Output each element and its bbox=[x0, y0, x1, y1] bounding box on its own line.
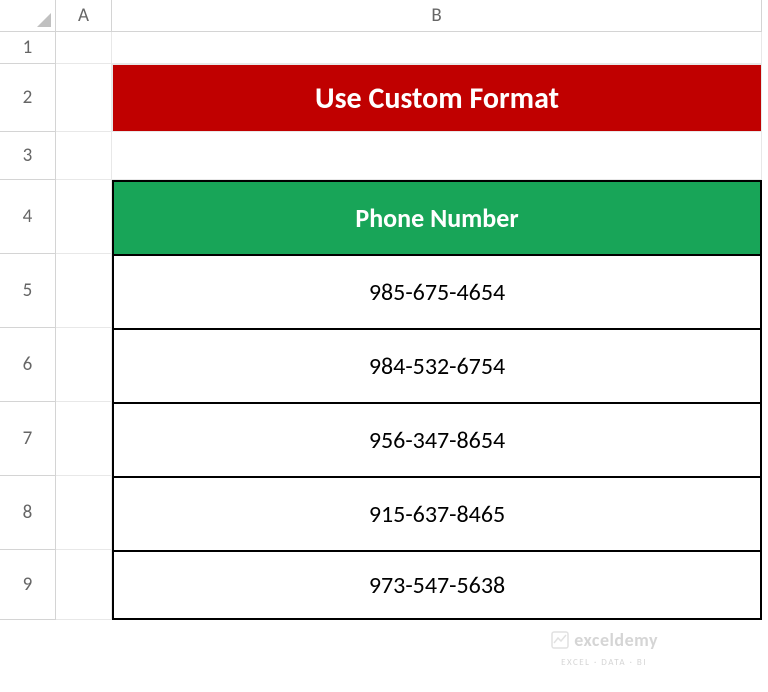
row-header-8[interactable]: 8 bbox=[0, 476, 56, 550]
table-header: Phone Number bbox=[112, 180, 762, 254]
cell-a3[interactable] bbox=[56, 132, 112, 180]
row-header-9[interactable]: 9 bbox=[0, 550, 56, 620]
cell-b1[interactable] bbox=[112, 32, 762, 64]
cell-a5[interactable] bbox=[56, 254, 112, 328]
cell-a8[interactable] bbox=[56, 476, 112, 550]
row-header-6[interactable]: 6 bbox=[0, 328, 56, 402]
cell-b5[interactable]: 985-675-4654 bbox=[112, 254, 762, 328]
cell-b3[interactable] bbox=[112, 132, 762, 180]
table-row: 915-637-8465 bbox=[112, 476, 762, 550]
spreadsheet-grid: A B 1 2 Use Custom Format 3 4 Phone Numb… bbox=[0, 0, 768, 620]
watermark-tagline: EXCEL · DATA · BI bbox=[561, 657, 647, 668]
select-all-corner[interactable] bbox=[0, 0, 56, 32]
cell-a4[interactable] bbox=[56, 180, 112, 254]
watermark-icon bbox=[550, 630, 570, 650]
cell-b6[interactable]: 984-532-6754 bbox=[112, 328, 762, 402]
table-row: 985-675-4654 bbox=[112, 254, 762, 328]
cell-a6[interactable] bbox=[56, 328, 112, 402]
row-header-7[interactable]: 7 bbox=[0, 402, 56, 476]
table-row: 956-347-8654 bbox=[112, 402, 762, 476]
table-row: 973-547-5638 bbox=[112, 550, 762, 620]
cell-b7[interactable]: 956-347-8654 bbox=[112, 402, 762, 476]
row-header-1[interactable]: 1 bbox=[0, 32, 56, 64]
cell-a7[interactable] bbox=[56, 402, 112, 476]
column-header-a[interactable]: A bbox=[56, 0, 112, 32]
table-row: 984-532-6754 bbox=[112, 328, 762, 402]
cell-b2[interactable]: Use Custom Format bbox=[112, 64, 762, 132]
cell-b8[interactable]: 915-637-8465 bbox=[112, 476, 762, 550]
cell-a1[interactable] bbox=[56, 32, 112, 64]
watermark-name: exceldemy bbox=[574, 629, 658, 651]
cell-a2[interactable] bbox=[56, 64, 112, 132]
row-header-5[interactable]: 5 bbox=[0, 254, 56, 328]
row-header-4[interactable]: 4 bbox=[0, 180, 56, 254]
row-header-3[interactable]: 3 bbox=[0, 132, 56, 180]
cell-b4[interactable]: Phone Number bbox=[112, 180, 762, 254]
select-all-icon bbox=[37, 13, 51, 27]
row-header-2[interactable]: 2 bbox=[0, 64, 56, 132]
title-banner: Use Custom Format bbox=[112, 64, 762, 132]
column-header-b[interactable]: B bbox=[112, 0, 762, 32]
cell-a9[interactable] bbox=[56, 550, 112, 620]
cell-b9[interactable]: 973-547-5638 bbox=[112, 550, 762, 620]
watermark: exceldemy EXCEL · DATA · BI bbox=[550, 629, 658, 668]
